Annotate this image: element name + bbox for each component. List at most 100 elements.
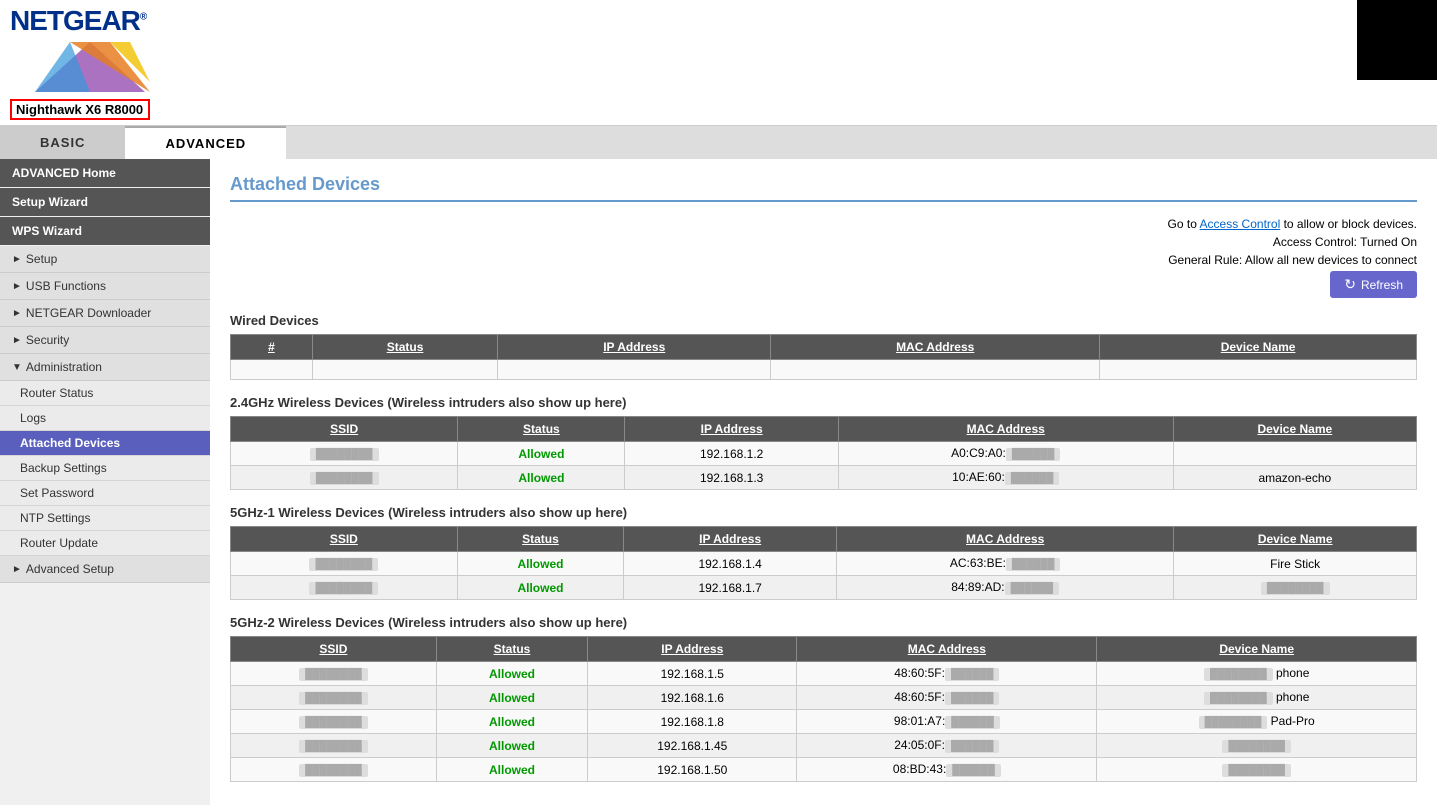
ip-value: 192.168.1.8 [588, 710, 797, 734]
status-value: Allowed [436, 758, 587, 782]
device-name-value: amazon-echo [1173, 466, 1416, 490]
ip-value: 192.168.1.4 [624, 552, 837, 576]
table-row: ████████Allowed192.168.1.5008:BD:43:████… [231, 758, 1417, 782]
ip-value: 192.168.1.3 [625, 466, 838, 490]
col-status[interactable]: Status [312, 335, 497, 360]
col-status[interactable]: Status [458, 417, 625, 442]
wireless-5ghz1-table: SSID Status IP Address MAC Address Devic… [230, 526, 1417, 600]
sidebar-item-advanced-home[interactable]: ADVANCED Home [0, 159, 210, 187]
header: NETGEAR® Nighthawk X6 R8000 [0, 0, 1437, 126]
col-ip[interactable]: IP Address [624, 527, 837, 552]
sidebar-section-administration[interactable]: ▼ Administration [0, 354, 210, 381]
col-hash[interactable]: # [231, 335, 313, 360]
sidebar-subsection-set-password[interactable]: Set Password [0, 481, 210, 506]
sidebar-section-usb-functions[interactable]: ► USB Functions [0, 273, 210, 300]
col-ip[interactable]: IP Address [498, 335, 771, 360]
sidebar-item-wps-wizard[interactable]: WPS Wizard [0, 217, 210, 245]
main-layout: ADVANCED Home Setup Wizard WPS Wizard ► … [0, 159, 1437, 805]
col-ip[interactable]: IP Address [588, 637, 797, 662]
col-status[interactable]: Status [457, 527, 624, 552]
device-name-value: ████████ [1097, 734, 1417, 758]
sidebar-section-security[interactable]: ► Security [0, 327, 210, 354]
mac-value: 48:60:5F:██████ [797, 686, 1097, 710]
col-name[interactable]: Device Name [1173, 417, 1416, 442]
mac-value: 24:05:0F:██████ [797, 734, 1097, 758]
table-row: ████████Allowed192.168.1.784:89:AD:█████… [231, 576, 1417, 600]
refresh-icon: ↻ [1344, 276, 1356, 293]
status-value: Allowed [458, 442, 625, 466]
col-device-name[interactable]: Device Name [1100, 335, 1417, 360]
status-value: Allowed [457, 576, 624, 600]
tab-basic[interactable]: BASIC [0, 126, 125, 159]
logo-graphic [30, 37, 150, 97]
col-mac[interactable]: MAC Address [771, 335, 1100, 360]
status-value: Allowed [436, 686, 587, 710]
sidebar: ADVANCED Home Setup Wizard WPS Wizard ► … [0, 159, 210, 805]
access-control-text: Go to Access Control to allow or block d… [1168, 217, 1417, 231]
table-row [231, 360, 1417, 380]
col-ssid[interactable]: SSID [231, 527, 458, 552]
ip-value: 192.168.1.6 [588, 686, 797, 710]
tab-advanced[interactable]: ADVANCED [125, 126, 286, 159]
col-name[interactable]: Device Name [1174, 527, 1417, 552]
wireless-5ghz2-table: SSID Status IP Address MAC Address Devic… [230, 636, 1417, 782]
access-prefix: Go to [1168, 217, 1200, 231]
device-name-value: ████████ [1097, 758, 1417, 782]
mac-value: A0:C9:A0:██████ [838, 442, 1173, 466]
mac-blurred: ██████ [945, 716, 1000, 729]
table-row: ████████Allowed192.168.1.898:01:A7:█████… [231, 710, 1417, 734]
status-value: Allowed [436, 710, 587, 734]
sidebar-subsection-router-status[interactable]: Router Status [0, 381, 210, 406]
device-name-value: ████████ phone [1097, 686, 1417, 710]
arrow-icon: ► [12, 335, 22, 346]
ssid-value: ████████ [309, 582, 378, 595]
col-ip[interactable]: IP Address [625, 417, 838, 442]
status-value: Allowed [457, 552, 624, 576]
sidebar-item-setup-wizard[interactable]: Setup Wizard [0, 188, 210, 216]
table-row: ████████Allowed192.168.1.648:60:5F:█████… [231, 686, 1417, 710]
mac-value: 84:89:AD:██████ [836, 576, 1173, 600]
sidebar-subsection-ntp-settings[interactable]: NTP Settings [0, 506, 210, 531]
wireless-24-table: SSID Status IP Address MAC Address Devic… [230, 416, 1417, 490]
table-row: ████████Allowed192.168.1.548:60:5F:█████… [231, 662, 1417, 686]
mac-value: AC:63:BE:██████ [836, 552, 1173, 576]
mac-blurred: ██████ [1005, 472, 1060, 485]
device-name-value: ████████ Pad-Pro [1097, 710, 1417, 734]
arrow-icon: ▼ [12, 362, 22, 373]
sidebar-subsection-backup-settings[interactable]: Backup Settings [0, 456, 210, 481]
table-row: ████████Allowed192.168.1.4524:05:0F:████… [231, 734, 1417, 758]
ssid-value: ████████ [299, 764, 368, 777]
mac-blurred: ██████ [1006, 448, 1061, 461]
arrow-icon: ► [12, 308, 22, 319]
col-mac[interactable]: MAC Address [838, 417, 1173, 442]
col-name[interactable]: Device Name [1097, 637, 1417, 662]
col-ssid[interactable]: SSID [231, 417, 458, 442]
mac-blurred: ██████ [945, 668, 1000, 681]
device-name-value: ████████ [1174, 576, 1417, 600]
refresh-button[interactable]: ↻ Refresh [1330, 271, 1417, 298]
sidebar-section-setup[interactable]: ► Setup [0, 246, 210, 273]
sidebar-subsection-logs[interactable]: Logs [0, 406, 210, 431]
mac-blurred: ██████ [946, 764, 1001, 777]
col-status[interactable]: Status [436, 637, 587, 662]
ip-value: 192.168.1.50 [588, 758, 797, 782]
main-content: Attached Devices Go to Access Control to… [210, 159, 1437, 805]
access-suffix: to allow or block devices. [1284, 217, 1417, 231]
col-ssid[interactable]: SSID [231, 637, 437, 662]
sidebar-subsection-router-update[interactable]: Router Update [0, 531, 210, 556]
ip-value: 192.168.1.5 [588, 662, 797, 686]
name-blurred: ████████ [1199, 716, 1268, 729]
col-mac[interactable]: MAC Address [797, 637, 1097, 662]
sidebar-section-netgear-downloader[interactable]: ► NETGEAR Downloader [0, 300, 210, 327]
page-title: Attached Devices [230, 174, 1417, 202]
ssid-value: ████████ [299, 740, 368, 753]
device-name-value: ████████ phone [1097, 662, 1417, 686]
device-name-value [1173, 442, 1416, 466]
access-control-link[interactable]: Access Control [1200, 217, 1281, 231]
sidebar-section-advanced-setup[interactable]: ► Advanced Setup [0, 556, 210, 583]
name-blurred: ████████ [1204, 668, 1273, 681]
mac-blurred: ██████ [945, 740, 1000, 753]
col-mac[interactable]: MAC Address [836, 527, 1173, 552]
status-value: Allowed [458, 466, 625, 490]
sidebar-subsection-attached-devices[interactable]: Attached Devices [0, 431, 210, 456]
